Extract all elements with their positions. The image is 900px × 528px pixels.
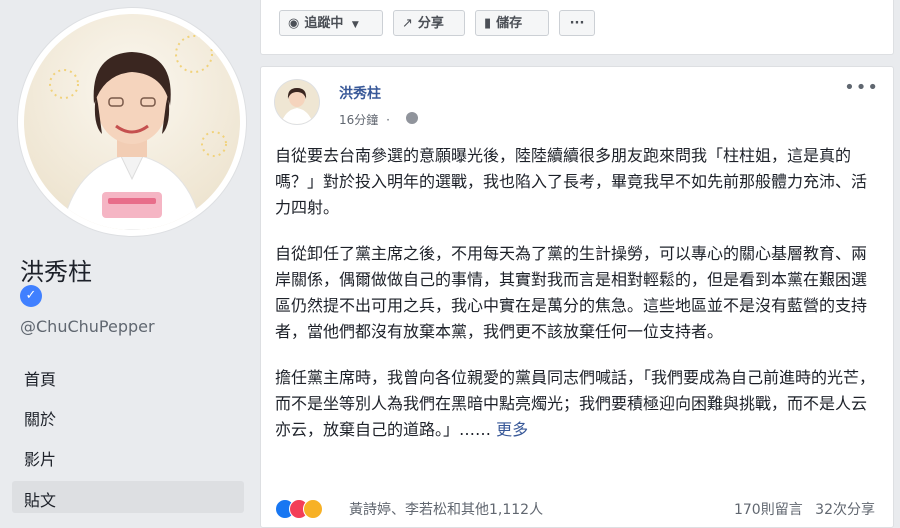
more-options-button[interactable]: ··· [559,10,595,36]
portrait-illustration [49,35,227,230]
nav-item-about[interactable]: 關於 [24,406,56,430]
save-button[interactable]: ▮ 儲存 [475,10,549,36]
avatar-illustration [275,80,319,124]
nav-item-videos[interactable]: 影片 [24,446,56,470]
post-timestamp[interactable]: 16分鐘 · [339,111,390,128]
save-label: 儲存 [496,16,523,31]
page-handle[interactable]: @ChuChuPepper [20,317,155,336]
post-time-value: 16分鐘 [339,113,379,127]
more-icon: ··· [569,16,585,31]
post-paragraph: 自從要去台南參選的意願曝光後，陸陸續續很多朋友跑來問我「柱柱姐，這是真的嗎？」對… [275,146,868,217]
shares-count[interactable]: 32次分享 [815,502,875,518]
share-arrow-icon: ↗ [402,16,413,31]
time-separator: · [386,113,390,127]
verified-badge: ✓ [20,285,42,307]
share-label: 分享 [417,16,444,31]
profile-picture-image [24,14,240,230]
following-label: 追蹤中 [304,16,344,31]
page-action-bar: ◉ 追蹤中 ▼ ↗ 分享 ▮ 儲存 ··· [260,0,894,55]
post-card: 洪秀柱 16分鐘 · ••• 自從要去台南參選的意願曝光後，陸陸續續很多朋友跑來… [260,66,894,528]
post-paragraph-text: 擔任黨主席時，我曾向各位親愛的黨員同志們喊話，「我們要成為自己前進時的光芒，而不… [275,368,876,439]
chevron-down-icon: ▼ [351,20,359,30]
more-horizontal-icon[interactable]: ••• [844,77,879,98]
page-name[interactable]: 洪秀柱 [20,252,92,287]
rss-icon: ◉ [288,16,300,31]
globe-icon[interactable] [406,112,418,124]
share-button[interactable]: ↗ 分享 [393,10,465,36]
nav-item-home[interactable]: 首頁 [24,366,56,390]
nav-item-posts[interactable]: 貼文 [24,487,56,511]
comments-count[interactable]: 170則留言 [734,502,803,518]
post-author-name[interactable]: 洪秀柱 [339,83,381,103]
wow-reaction-icon[interactable] [303,499,323,519]
following-button[interactable]: ◉ 追蹤中 ▼ [279,10,383,36]
profile-picture[interactable] [18,8,246,236]
post-paragraph: 自從卸任了黨主席之後，不用每天為了黨的生計操勞，可以專心的關心基層教育、兩岸關係… [275,244,868,341]
bookmark-icon: ▮ [484,16,492,31]
post-author-avatar[interactable] [275,80,319,124]
see-more-link[interactable]: 更多 [496,420,528,439]
post-paragraph-last: 擔任黨主席時，我曾向各位親愛的黨員同志們喊話，「我們要成為自己前進時的光芒，而不… [275,365,875,443]
reactions-bar: 黃詩婷、李若松和其他1,112人 170則留言 32次分享 [275,497,879,521]
engagement-counts: 170則留言 32次分享 [734,499,875,519]
check-icon: ✓ [25,288,37,303]
reactors-summary[interactable]: 黃詩婷、李若松和其他1,112人 [349,499,543,519]
post-text: 自從要去台南參選的意願曝光後，陸陸續續很多朋友跑來問我「柱柱姐，這是真的嗎？」對… [275,143,875,443]
